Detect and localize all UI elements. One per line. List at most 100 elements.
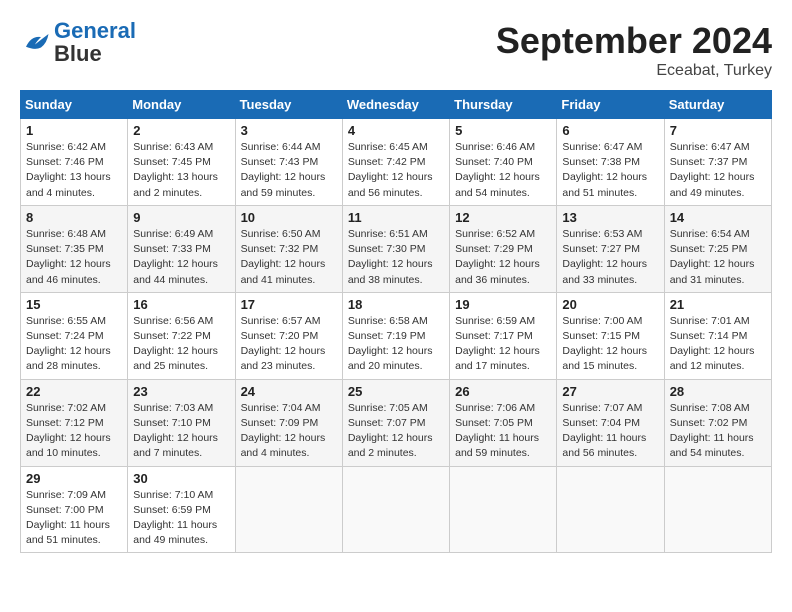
logo-bird-icon (20, 28, 50, 58)
calendar-cell (557, 466, 664, 553)
calendar-cell: 15 Sunrise: 6:55 AM Sunset: 7:24 PM Dayl… (21, 292, 128, 379)
day-number: 2 (133, 123, 229, 138)
day-number: 26 (455, 384, 551, 399)
weekday-header-monday: Monday (128, 91, 235, 119)
day-detail: Sunrise: 6:55 AM Sunset: 7:24 PM Dayligh… (26, 314, 122, 375)
day-number: 22 (26, 384, 122, 399)
calendar-table: SundayMondayTuesdayWednesdayThursdayFrid… (20, 90, 772, 553)
calendar-cell: 27 Sunrise: 7:07 AM Sunset: 7:04 PM Dayl… (557, 379, 664, 466)
day-detail: Sunrise: 7:06 AM Sunset: 7:05 PM Dayligh… (455, 401, 551, 462)
calendar-cell: 14 Sunrise: 6:54 AM Sunset: 7:25 PM Dayl… (664, 205, 771, 292)
weekday-header-saturday: Saturday (664, 91, 771, 119)
day-number: 23 (133, 384, 229, 399)
calendar-cell: 9 Sunrise: 6:49 AM Sunset: 7:33 PM Dayli… (128, 205, 235, 292)
day-number: 30 (133, 471, 229, 486)
day-detail: Sunrise: 6:49 AM Sunset: 7:33 PM Dayligh… (133, 227, 229, 288)
weekday-header-thursday: Thursday (450, 91, 557, 119)
calendar-cell: 1 Sunrise: 6:42 AM Sunset: 7:46 PM Dayli… (21, 119, 128, 206)
day-number: 17 (241, 297, 337, 312)
month-title: September 2024 (496, 20, 772, 62)
day-number: 29 (26, 471, 122, 486)
calendar-cell: 7 Sunrise: 6:47 AM Sunset: 7:37 PM Dayli… (664, 119, 771, 206)
day-detail: Sunrise: 6:47 AM Sunset: 7:38 PM Dayligh… (562, 140, 658, 201)
day-number: 6 (562, 123, 658, 138)
day-number: 24 (241, 384, 337, 399)
day-detail: Sunrise: 6:52 AM Sunset: 7:29 PM Dayligh… (455, 227, 551, 288)
day-detail: Sunrise: 7:10 AM Sunset: 6:59 PM Dayligh… (133, 488, 229, 549)
day-number: 14 (670, 210, 766, 225)
calendar-cell: 24 Sunrise: 7:04 AM Sunset: 7:09 PM Dayl… (235, 379, 342, 466)
day-detail: Sunrise: 6:58 AM Sunset: 7:19 PM Dayligh… (348, 314, 444, 375)
day-detail: Sunrise: 6:59 AM Sunset: 7:17 PM Dayligh… (455, 314, 551, 375)
day-detail: Sunrise: 6:53 AM Sunset: 7:27 PM Dayligh… (562, 227, 658, 288)
calendar-week-5: 29 Sunrise: 7:09 AM Sunset: 7:00 PM Dayl… (21, 466, 772, 553)
day-detail: Sunrise: 6:48 AM Sunset: 7:35 PM Dayligh… (26, 227, 122, 288)
day-detail: Sunrise: 7:02 AM Sunset: 7:12 PM Dayligh… (26, 401, 122, 462)
day-detail: Sunrise: 7:00 AM Sunset: 7:15 PM Dayligh… (562, 314, 658, 375)
day-detail: Sunrise: 6:56 AM Sunset: 7:22 PM Dayligh… (133, 314, 229, 375)
day-detail: Sunrise: 7:01 AM Sunset: 7:14 PM Dayligh… (670, 314, 766, 375)
calendar-cell: 2 Sunrise: 6:43 AM Sunset: 7:45 PM Dayli… (128, 119, 235, 206)
day-detail: Sunrise: 7:04 AM Sunset: 7:09 PM Dayligh… (241, 401, 337, 462)
calendar-cell: 20 Sunrise: 7:00 AM Sunset: 7:15 PM Dayl… (557, 292, 664, 379)
calendar-week-3: 15 Sunrise: 6:55 AM Sunset: 7:24 PM Dayl… (21, 292, 772, 379)
day-number: 15 (26, 297, 122, 312)
calendar-cell (450, 466, 557, 553)
calendar-cell: 19 Sunrise: 6:59 AM Sunset: 7:17 PM Dayl… (450, 292, 557, 379)
day-detail: Sunrise: 6:50 AM Sunset: 7:32 PM Dayligh… (241, 227, 337, 288)
day-number: 11 (348, 210, 444, 225)
calendar-cell: 8 Sunrise: 6:48 AM Sunset: 7:35 PM Dayli… (21, 205, 128, 292)
calendar-week-2: 8 Sunrise: 6:48 AM Sunset: 7:35 PM Dayli… (21, 205, 772, 292)
calendar-cell: 18 Sunrise: 6:58 AM Sunset: 7:19 PM Dayl… (342, 292, 449, 379)
calendar-cell: 10 Sunrise: 6:50 AM Sunset: 7:32 PM Dayl… (235, 205, 342, 292)
day-detail: Sunrise: 6:57 AM Sunset: 7:20 PM Dayligh… (241, 314, 337, 375)
calendar-cell: 16 Sunrise: 6:56 AM Sunset: 7:22 PM Dayl… (128, 292, 235, 379)
day-number: 13 (562, 210, 658, 225)
calendar-cell: 5 Sunrise: 6:46 AM Sunset: 7:40 PM Dayli… (450, 119, 557, 206)
day-number: 27 (562, 384, 658, 399)
calendar-week-1: 1 Sunrise: 6:42 AM Sunset: 7:46 PM Dayli… (21, 119, 772, 206)
day-number: 25 (348, 384, 444, 399)
day-number: 12 (455, 210, 551, 225)
day-number: 10 (241, 210, 337, 225)
day-number: 28 (670, 384, 766, 399)
day-number: 1 (26, 123, 122, 138)
day-number: 21 (670, 297, 766, 312)
day-detail: Sunrise: 7:05 AM Sunset: 7:07 PM Dayligh… (348, 401, 444, 462)
day-number: 4 (348, 123, 444, 138)
location: Eceabat, Turkey (496, 62, 772, 80)
day-number: 8 (26, 210, 122, 225)
calendar-cell: 13 Sunrise: 6:53 AM Sunset: 7:27 PM Dayl… (557, 205, 664, 292)
calendar-week-4: 22 Sunrise: 7:02 AM Sunset: 7:12 PM Dayl… (21, 379, 772, 466)
day-number: 7 (670, 123, 766, 138)
weekday-header-row: SundayMondayTuesdayWednesdayThursdayFrid… (21, 91, 772, 119)
day-detail: Sunrise: 6:42 AM Sunset: 7:46 PM Dayligh… (26, 140, 122, 201)
day-detail: Sunrise: 6:45 AM Sunset: 7:42 PM Dayligh… (348, 140, 444, 201)
calendar-cell: 25 Sunrise: 7:05 AM Sunset: 7:07 PM Dayl… (342, 379, 449, 466)
calendar-cell: 28 Sunrise: 7:08 AM Sunset: 7:02 PM Dayl… (664, 379, 771, 466)
calendar-cell: 26 Sunrise: 7:06 AM Sunset: 7:05 PM Dayl… (450, 379, 557, 466)
day-detail: Sunrise: 7:03 AM Sunset: 7:10 PM Dayligh… (133, 401, 229, 462)
day-number: 20 (562, 297, 658, 312)
calendar-cell: 30 Sunrise: 7:10 AM Sunset: 6:59 PM Dayl… (128, 466, 235, 553)
calendar-cell: 12 Sunrise: 6:52 AM Sunset: 7:29 PM Dayl… (450, 205, 557, 292)
calendar-cell: 3 Sunrise: 6:44 AM Sunset: 7:43 PM Dayli… (235, 119, 342, 206)
logo: GeneralBlue (20, 20, 136, 66)
calendar-cell (342, 466, 449, 553)
calendar-cell: 21 Sunrise: 7:01 AM Sunset: 7:14 PM Dayl… (664, 292, 771, 379)
day-detail: Sunrise: 6:47 AM Sunset: 7:37 PM Dayligh… (670, 140, 766, 201)
day-detail: Sunrise: 6:46 AM Sunset: 7:40 PM Dayligh… (455, 140, 551, 201)
day-detail: Sunrise: 7:09 AM Sunset: 7:00 PM Dayligh… (26, 488, 122, 549)
day-detail: Sunrise: 6:54 AM Sunset: 7:25 PM Dayligh… (670, 227, 766, 288)
calendar-cell: 4 Sunrise: 6:45 AM Sunset: 7:42 PM Dayli… (342, 119, 449, 206)
calendar-cell: 11 Sunrise: 6:51 AM Sunset: 7:30 PM Dayl… (342, 205, 449, 292)
month-info: September 2024 Eceabat, Turkey (496, 20, 772, 80)
day-detail: Sunrise: 6:51 AM Sunset: 7:30 PM Dayligh… (348, 227, 444, 288)
calendar-cell: 29 Sunrise: 7:09 AM Sunset: 7:00 PM Dayl… (21, 466, 128, 553)
day-number: 3 (241, 123, 337, 138)
logo-text: GeneralBlue (54, 20, 136, 66)
calendar-cell: 17 Sunrise: 6:57 AM Sunset: 7:20 PM Dayl… (235, 292, 342, 379)
calendar-cell: 22 Sunrise: 7:02 AM Sunset: 7:12 PM Dayl… (21, 379, 128, 466)
day-number: 9 (133, 210, 229, 225)
day-detail: Sunrise: 7:08 AM Sunset: 7:02 PM Dayligh… (670, 401, 766, 462)
